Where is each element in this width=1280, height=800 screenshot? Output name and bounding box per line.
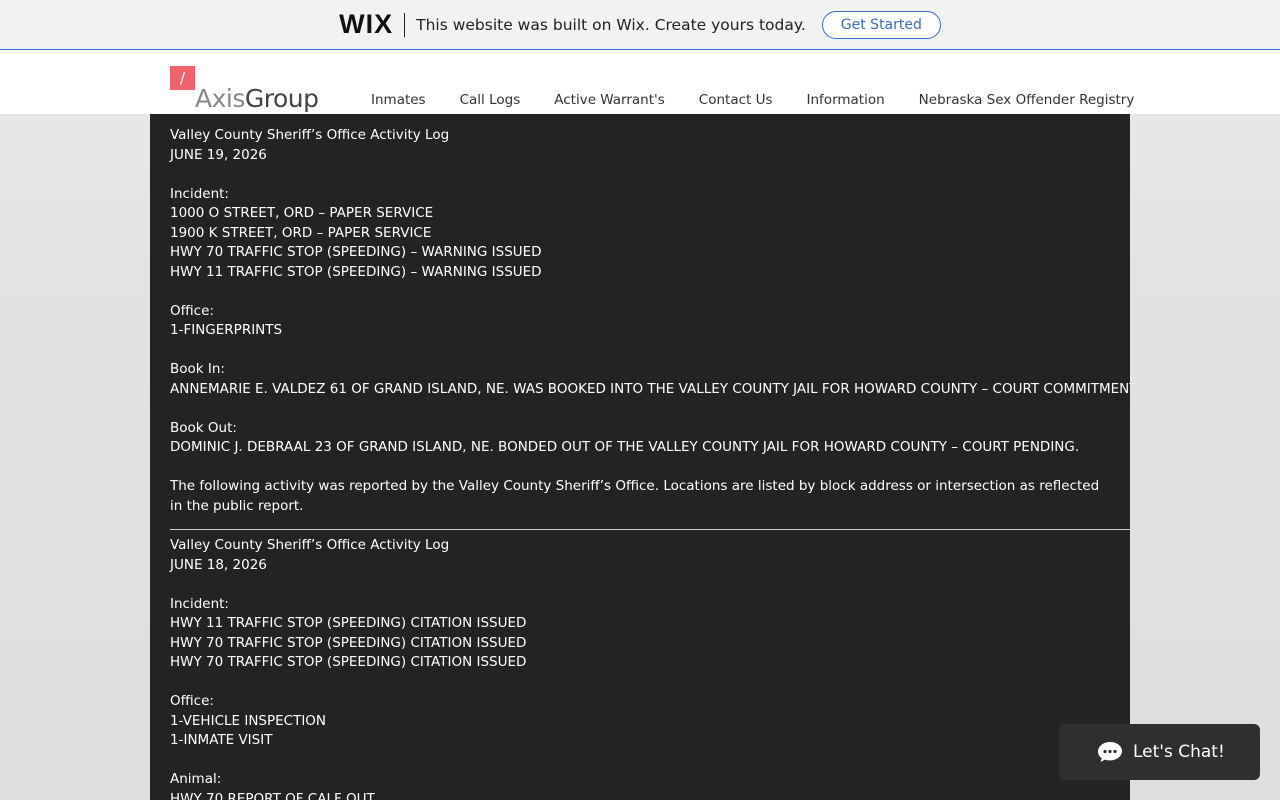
- log-spacer: [170, 165, 1130, 185]
- log-note: The following activity was reported by t…: [170, 478, 1100, 514]
- log-spacer: [170, 575, 1130, 595]
- log-line: 1-VEHICLE INSPECTION: [170, 712, 327, 729]
- get-started-button[interactable]: Get Started: [821, 10, 941, 39]
- wix-logo[interactable]: WIX: [339, 9, 393, 40]
- nav-contact-us[interactable]: Contact Us: [682, 92, 790, 108]
- log-line: Office:: [170, 302, 214, 319]
- log-line: HWY 70 TRAFFIC STOP (SPEEDING) CITATION …: [170, 634, 527, 651]
- logo-group: Group: [244, 84, 319, 113]
- log-line: Animal:: [170, 771, 222, 787]
- log-spacer: [170, 341, 1130, 361]
- log-spacer: [170, 282, 1130, 302]
- log-spacer: [170, 458, 1130, 478]
- log-spacer: [170, 751, 1130, 771]
- main-nav: Inmates Call Logs Active Warrant's Conta…: [354, 92, 1151, 108]
- log-divider: [170, 529, 1130, 530]
- nav-active-warrants[interactable]: Active Warrant's: [537, 92, 682, 108]
- log-line: Valley County Sheriff’s Office Activity …: [170, 537, 450, 553]
- log-line: Book Out:: [170, 419, 237, 436]
- nav-inmates[interactable]: Inmates: [354, 92, 443, 108]
- log-line: HWY 70 TRAFFIC STOP (SPEEDING) CITATION …: [170, 654, 527, 670]
- logo-axis: Axis: [195, 84, 245, 113]
- log-line: Office:: [170, 693, 214, 709]
- wix-banner-text: This website was built on Wix. Create yo…: [416, 15, 806, 34]
- log-line: 1-FINGERPRINTS: [170, 322, 283, 338]
- nav-information[interactable]: Information: [790, 92, 902, 108]
- log-line: Book In:: [170, 361, 225, 377]
- log-line: 1-INMATE VISIT: [170, 732, 273, 748]
- chat-bubble-icon: [1098, 742, 1122, 762]
- wix-banner: WIX This website was built on Wix. Creat…: [0, 0, 1280, 50]
- log-entry: Valley County Sheriff’s Office Activity …: [170, 536, 1130, 800]
- log-line: ANNEMARIE E. VALDEZ 61 OF GRAND ISLAND, …: [170, 380, 1130, 397]
- chat-widget[interactable]: Let's Chat!: [1059, 724, 1260, 780]
- site-header: / AxisGroup Inmates Call Logs Active War…: [0, 50, 1280, 114]
- log-entry: Valley County Sheriff’s Office Activity …: [170, 126, 1130, 516]
- log-line: 1000 O STREET, ORD – PAPER SERVICE: [170, 205, 434, 221]
- logo-mark[interactable]: /: [170, 66, 195, 90]
- nav-sex-offender-registry[interactable]: Nebraska Sex Offender Registry: [902, 92, 1152, 108]
- log-line: 1900 K STREET, ORD – PAPER SERVICE: [170, 224, 432, 241]
- log-spacer: [170, 673, 1130, 693]
- log-line: Incident:: [170, 185, 229, 202]
- log-line: Incident:: [170, 595, 229, 612]
- activity-log-content: Valley County Sheriff’s Office Activity …: [150, 114, 1130, 800]
- nav-call-logs[interactable]: Call Logs: [443, 92, 538, 108]
- log-line: HWY 11 TRAFFIC STOP (SPEEDING) CITATION …: [170, 615, 527, 631]
- site-logo[interactable]: AxisGroup: [195, 84, 319, 113]
- log-spacer: [170, 399, 1130, 419]
- log-line: JUNE 18, 2026: [170, 556, 267, 573]
- log-line: HWY 70 REPORT OF CALF OUT: [170, 790, 375, 800]
- log-line: Valley County Sheriff’s Office Activity …: [170, 127, 450, 143]
- wix-separator: [404, 12, 406, 37]
- log-line: DOMINIC J. DEBRAAL 23 OF GRAND ISLAND, N…: [170, 439, 1080, 455]
- log-line: JUNE 19, 2026: [170, 146, 267, 163]
- log-line: HWY 70 TRAFFIC STOP (SPEEDING) – WARNING…: [170, 244, 542, 260]
- chat-label: Let's Chat!: [1133, 742, 1225, 762]
- log-line: HWY 11 TRAFFIC STOP (SPEEDING) – WARNING…: [170, 263, 542, 280]
- activity-log-list: Valley County Sheriff’s Office Activity …: [170, 126, 1130, 800]
